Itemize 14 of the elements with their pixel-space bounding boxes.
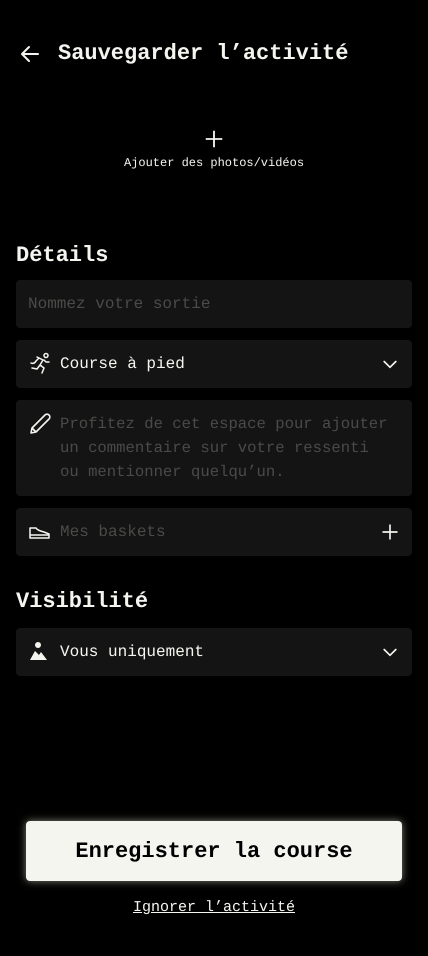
runner-icon <box>28 352 52 376</box>
discard-link[interactable]: Ignorer l’activité <box>132 899 296 916</box>
plus-icon[interactable] <box>203 128 225 150</box>
page-title: Sauvegarder l’activité <box>58 40 348 68</box>
select-field[interactable]: Course à pied <box>16 340 412 388</box>
select-value: Course à pied <box>60 355 186 373</box>
save-button[interactable]: Enregistrer la course <box>26 821 402 881</box>
select-field[interactable]: Vous uniquement <box>16 628 412 676</box>
add-media-label[interactable]: Ajouter des photos/vidéos <box>124 156 304 170</box>
select-value: Vous uniquement <box>60 643 206 661</box>
pencil-icon <box>28 412 52 436</box>
plus-icon[interactable] <box>380 522 400 542</box>
section-heading: Détails <box>16 242 110 270</box>
section-heading: Visibilité <box>16 588 150 616</box>
